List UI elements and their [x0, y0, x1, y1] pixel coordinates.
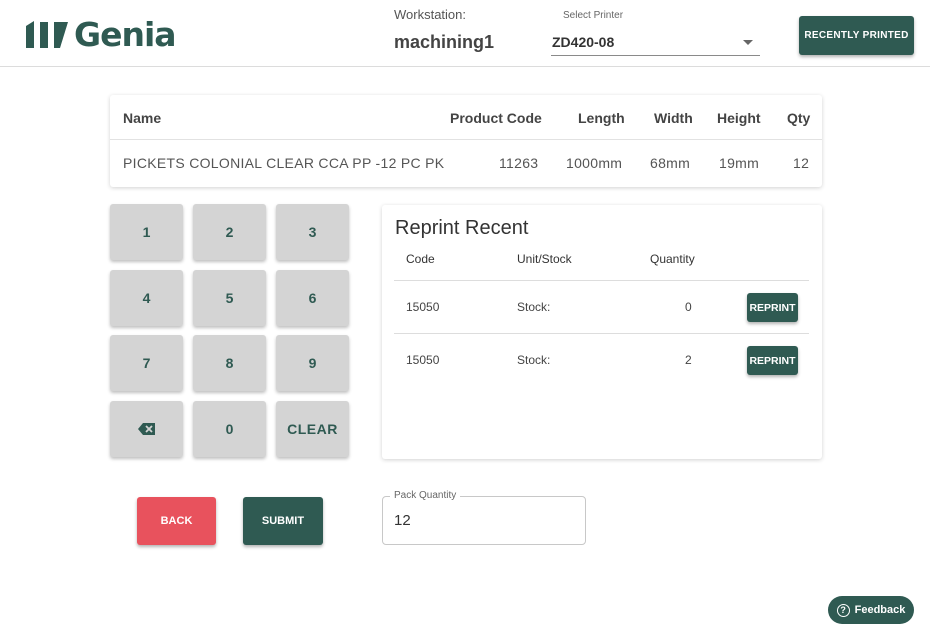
key-3[interactable]: 3 — [276, 204, 349, 260]
product-table: Name Product Code Length Width Height Qt… — [110, 95, 822, 187]
recently-printed-button[interactable]: RECENTLY PRINTED — [799, 16, 914, 55]
product-name: PICKETS COLONIAL CLEAR CCA PP -12 PC PK — [123, 155, 445, 171]
pack-quantity-field[interactable]: Pack Quantity 12 — [382, 490, 586, 545]
product-table-header: Name Product Code Length Width Height Qt… — [110, 95, 822, 140]
chevron-down-icon — [743, 40, 753, 45]
column-header-width: Width — [654, 110, 693, 126]
reprint-recent-panel: Reprint Recent Code Unit/Stock Quantity … — [382, 205, 822, 459]
product-height: 19mm — [719, 155, 760, 171]
pack-quantity-value: 12 — [394, 512, 411, 529]
feedback-button[interactable]: ? Feedback — [828, 596, 914, 624]
pack-quantity-label: Pack Quantity — [390, 490, 461, 501]
reprint-code: 15050 — [406, 300, 440, 314]
app-header: Genia Workstation: machining1 Select Pri… — [0, 0, 930, 67]
product-code: 11263 — [499, 155, 539, 171]
backspace-icon — [138, 423, 155, 435]
printer-select-label: Select Printer — [563, 10, 624, 21]
feedback-label: Feedback — [854, 604, 906, 616]
key-5[interactable]: 5 — [193, 270, 266, 326]
reprint-button[interactable]: REPRINT — [747, 293, 798, 322]
divider — [394, 280, 809, 281]
back-button[interactable]: BACK — [137, 497, 216, 545]
column-header-name: Name — [123, 110, 162, 126]
column-header-unit-stock: Unit/Stock — [517, 252, 572, 266]
reprint-unit-stock: Stock: — [517, 353, 551, 367]
key-6[interactable]: 6 — [276, 270, 349, 326]
column-header-height: Height — [717, 110, 761, 126]
product-qty: 12 — [793, 155, 810, 171]
column-header-qty: Qty — [787, 110, 811, 126]
workstation-value: machining1 — [394, 32, 495, 52]
reprint-quantity: 0 — [685, 300, 692, 314]
clear-key[interactable]: CLEAR — [276, 401, 349, 457]
key-0[interactable]: 0 — [193, 401, 266, 457]
reprint-code: 15050 — [406, 353, 440, 367]
product-width: 68mm — [650, 155, 691, 171]
key-7[interactable]: 7 — [110, 335, 183, 391]
reprint-quantity: 2 — [685, 353, 692, 367]
printer-select[interactable]: ZD420-08 — [551, 28, 760, 56]
reprint-button[interactable]: REPRINT — [747, 346, 798, 375]
reprint-unit-stock: Stock: — [517, 300, 551, 314]
column-header-product-code: Product Code — [450, 110, 542, 126]
submit-button[interactable]: SUBMIT — [243, 497, 323, 545]
key-8[interactable]: 8 — [193, 335, 266, 391]
table-row: PICKETS COLONIAL CLEAR CCA PP -12 PC PK … — [110, 141, 822, 187]
workstation-label: Workstation: — [394, 7, 467, 22]
key-1[interactable]: 1 — [110, 204, 183, 260]
key-9[interactable]: 9 — [276, 335, 349, 391]
genia-logo-icon — [26, 21, 68, 48]
column-header-length: Length — [578, 110, 625, 126]
brand-logo: Genia — [24, 14, 177, 54]
printer-select-value: ZD420-08 — [552, 34, 615, 50]
backspace-key[interactable] — [110, 401, 183, 457]
column-header-quantity: Quantity — [650, 252, 695, 266]
brand-name: Genia — [74, 14, 177, 54]
column-header-code: Code — [406, 252, 435, 266]
key-2[interactable]: 2 — [193, 204, 266, 260]
reprint-title: Reprint Recent — [395, 217, 529, 239]
divider — [394, 333, 809, 334]
help-circle-icon: ? — [836, 603, 850, 617]
key-4[interactable]: 4 — [110, 270, 183, 326]
product-length: 1000mm — [566, 155, 623, 171]
